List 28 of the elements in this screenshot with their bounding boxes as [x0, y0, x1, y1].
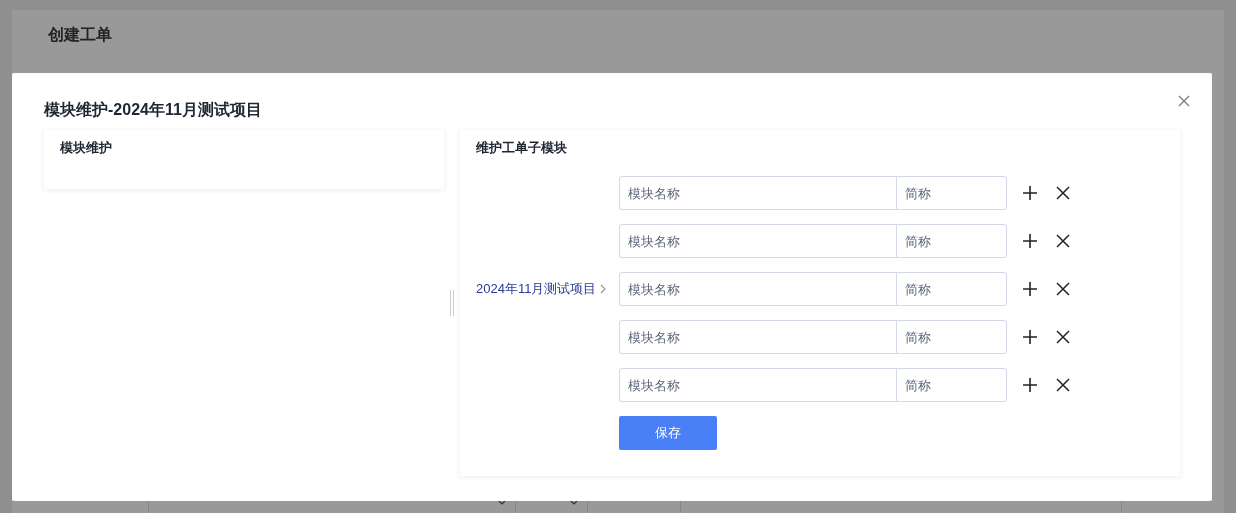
input-field[interactable]: 简称 [896, 320, 1007, 354]
input-field[interactable]: 简称 [896, 176, 1007, 210]
modal-title: 模块维护-2024年11月测试项目 [44, 100, 263, 120]
input-field[interactable]: 模块名称 [619, 224, 897, 258]
input-field[interactable]: 模块名称 [619, 176, 897, 210]
input-field[interactable]: 简称 [896, 224, 1007, 258]
plus-icon[interactable] [1022, 185, 1038, 201]
close-icon[interactable] [1055, 185, 1071, 201]
close-icon[interactable] [1055, 377, 1071, 393]
input-field[interactable]: 简称 [896, 272, 1007, 306]
panel-title: 模块维护 [60, 139, 113, 157]
save-button[interactable]: 保存 [619, 416, 717, 450]
plus-icon[interactable] [1022, 329, 1038, 345]
plus-icon[interactable] [1022, 377, 1038, 393]
panel-title: 维护工单子模块 [476, 139, 568, 157]
plus-icon[interactable] [1022, 281, 1038, 297]
close-icon[interactable] [1055, 329, 1071, 345]
input-field[interactable]: 简称 [896, 368, 1007, 402]
close-icon[interactable] [1055, 233, 1071, 249]
input-field[interactable]: 模块名称 [619, 272, 897, 306]
close-icon[interactable] [1055, 281, 1071, 297]
resize-handle-icon[interactable] [450, 290, 454, 316]
project-link[interactable]: 2024年11月测试项目 [476, 280, 597, 298]
plus-icon[interactable] [1022, 233, 1038, 249]
input-field[interactable]: 模块名称 [619, 320, 897, 354]
chevron-right-icon [600, 284, 607, 294]
page-title: 创建工单 [48, 25, 113, 45]
input-field[interactable]: 模块名称 [619, 368, 897, 402]
